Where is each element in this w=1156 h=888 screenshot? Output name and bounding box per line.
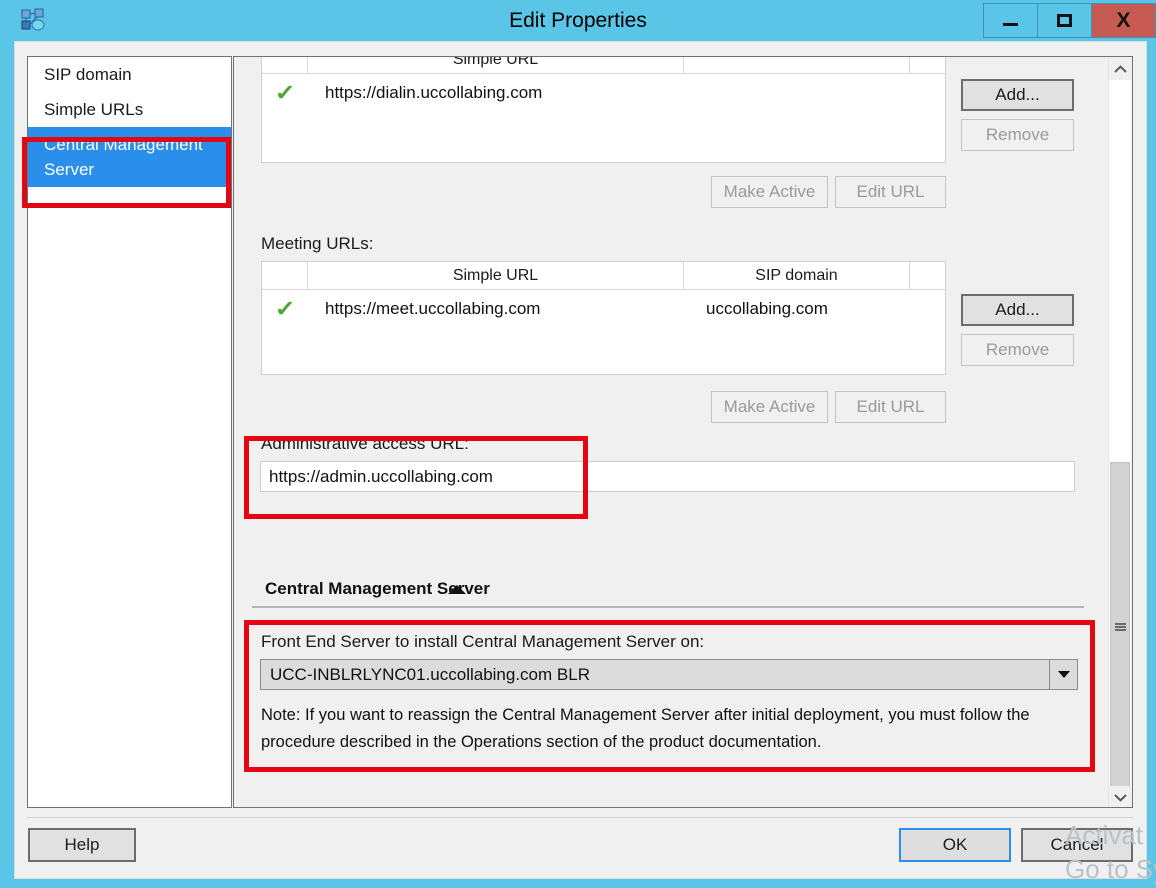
grip-icon bbox=[1115, 623, 1126, 631]
check-icon: ✓ bbox=[274, 298, 295, 320]
dialin-make-active-button: Make Active bbox=[711, 176, 828, 208]
admin-access-url-value: https://admin.uccollabing.com bbox=[269, 467, 493, 487]
properties-content: Simple URL ✓ https://dialin.uccollabing.… bbox=[234, 57, 1110, 808]
meeting-make-active-label: Make Active bbox=[724, 397, 816, 417]
dialin-add-label: Add... bbox=[995, 85, 1039, 105]
sidebar-item-central-management-server[interactable]: Central Management Server bbox=[28, 127, 231, 187]
meeting-row-active-check: ✓ bbox=[262, 298, 308, 321]
scroll-up-button[interactable] bbox=[1109, 58, 1131, 80]
meeting-edit-url-button: Edit URL bbox=[835, 391, 946, 423]
properties-nav-list[interactable]: SIP domain Simple URLs Central Managemen… bbox=[27, 56, 232, 808]
admin-access-url-label: Administrative access URL: bbox=[261, 434, 469, 454]
watermark-line-2: Go to Sy bbox=[1065, 852, 1156, 886]
scrollbar-track[interactable] bbox=[1109, 80, 1131, 786]
screenshot-root: Edit Properties X SIP domain bbox=[0, 0, 1156, 888]
dialin-col-active bbox=[262, 56, 308, 73]
edit-properties-window: Edit Properties X SIP domain bbox=[0, 0, 1156, 888]
minimize-button[interactable] bbox=[983, 3, 1037, 38]
dialin-col-sip-domain bbox=[684, 56, 910, 73]
chevron-down-icon[interactable] bbox=[1049, 660, 1077, 689]
meeting-add-label: Add... bbox=[995, 300, 1039, 320]
front-end-server-label: Front End Server to install Central Mana… bbox=[261, 632, 704, 652]
meeting-urls-label: Meeting URLs: bbox=[261, 234, 373, 254]
chevron-up-icon[interactable] bbox=[448, 585, 466, 594]
sidebar-item-simple-urls[interactable]: Simple URLs bbox=[28, 92, 231, 127]
meeting-edit-url-label: Edit URL bbox=[856, 397, 924, 417]
meeting-col-simple-url: Simple URL bbox=[308, 262, 684, 289]
close-icon: X bbox=[1116, 10, 1130, 31]
activate-windows-watermark: Activat Go to Sy bbox=[1065, 818, 1156, 886]
ok-button[interactable]: OK bbox=[899, 828, 1011, 862]
sidebar-item-label: Central Management Server bbox=[44, 135, 203, 179]
dialin-add-button[interactable]: Add... bbox=[961, 79, 1074, 111]
scroll-down-button[interactable] bbox=[1109, 786, 1131, 808]
sidebar-item-label: Simple URLs bbox=[44, 100, 143, 119]
meeting-row-simple-url: https://meet.uccollabing.com bbox=[308, 299, 684, 319]
ok-label: OK bbox=[943, 835, 968, 855]
table-row[interactable]: ✓ https://dialin.uccollabing.com bbox=[262, 74, 945, 112]
window-controls: X bbox=[983, 3, 1156, 38]
meeting-remove-label: Remove bbox=[986, 340, 1049, 360]
cms-note-text: Note: If you want to reassign the Centra… bbox=[261, 702, 1081, 756]
dialin-edit-url-label: Edit URL bbox=[856, 182, 924, 202]
meeting-urls-table[interactable]: Simple URL SIP domain ✓ https://meet.ucc… bbox=[261, 261, 946, 375]
meeting-remove-button: Remove bbox=[961, 334, 1074, 366]
admin-access-url-input[interactable]: https://admin.uccollabing.com bbox=[260, 461, 1075, 492]
dialog-client-area: SIP domain Simple URLs Central Managemen… bbox=[14, 41, 1147, 879]
check-icon: ✓ bbox=[274, 82, 295, 104]
watermark-line-1: Activat bbox=[1065, 818, 1156, 852]
meeting-col-spacer bbox=[910, 262, 945, 289]
properties-scroll-pane: Simple URL ✓ https://dialin.uccollabing.… bbox=[233, 56, 1133, 808]
dialin-row-simple-url: https://dialin.uccollabing.com bbox=[308, 83, 684, 103]
help-label: Help bbox=[65, 835, 100, 855]
dialin-table-header: Simple URL bbox=[262, 56, 945, 74]
meeting-col-sip-domain: SIP domain bbox=[684, 262, 910, 289]
maximize-icon bbox=[1057, 14, 1072, 27]
meeting-table-header: Simple URL SIP domain bbox=[262, 262, 945, 290]
sidebar-item-label: SIP domain bbox=[44, 65, 132, 84]
cms-section-divider bbox=[252, 606, 1084, 608]
help-button[interactable]: Help bbox=[28, 828, 136, 862]
scrollbar-thumb[interactable] bbox=[1110, 462, 1130, 792]
dialin-remove-label: Remove bbox=[986, 125, 1049, 145]
front-end-server-value: UCC-INBLRLYNC01.uccollabing.com BLR bbox=[261, 665, 1049, 685]
sidebar-item-sip-domain[interactable]: SIP domain bbox=[28, 57, 231, 92]
front-end-server-select[interactable]: UCC-INBLRLYNC01.uccollabing.com BLR bbox=[260, 659, 1078, 690]
dialin-col-spacer bbox=[910, 56, 945, 73]
dialin-col-simple-url: Simple URL bbox=[308, 56, 684, 73]
dialin-edit-url-button: Edit URL bbox=[835, 176, 946, 208]
chevron-down-icon bbox=[1114, 793, 1127, 802]
dialin-make-active-label: Make Active bbox=[724, 182, 816, 202]
table-row[interactable]: ✓ https://meet.uccollabing.com uccollabi… bbox=[262, 290, 945, 328]
close-button[interactable]: X bbox=[1091, 3, 1156, 38]
maximize-button[interactable] bbox=[1037, 3, 1091, 38]
meeting-row-sip-domain: uccollabing.com bbox=[684, 299, 910, 319]
meeting-col-active bbox=[262, 262, 308, 289]
footer-divider bbox=[27, 817, 1133, 818]
pane-scrollbar[interactable] bbox=[1108, 58, 1131, 808]
dialin-urls-table[interactable]: Simple URL ✓ https://dialin.uccollabing.… bbox=[261, 56, 946, 163]
meeting-make-active-button: Make Active bbox=[711, 391, 828, 423]
minimize-icon bbox=[1003, 23, 1018, 26]
dialin-remove-button: Remove bbox=[961, 119, 1074, 151]
dialin-row-active-check: ✓ bbox=[262, 82, 308, 105]
chevron-up-icon bbox=[1114, 65, 1127, 74]
title-bar: Edit Properties X bbox=[0, 0, 1156, 41]
meeting-add-button[interactable]: Add... bbox=[961, 294, 1074, 326]
